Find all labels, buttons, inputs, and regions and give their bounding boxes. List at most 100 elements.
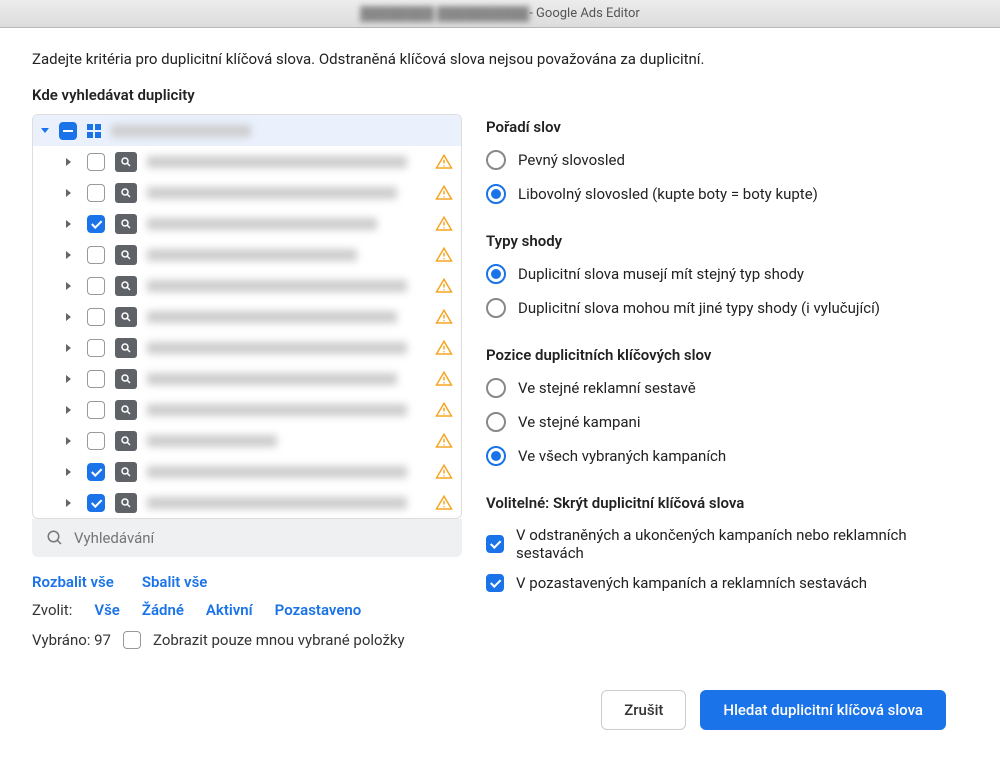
radio-pos-all[interactable]: Ve všech vybraných kampaních xyxy=(486,446,968,466)
caret-right-icon[interactable] xyxy=(66,406,71,414)
search-campaign-icon xyxy=(115,400,137,420)
tree-campaign-row[interactable] xyxy=(33,363,461,394)
caret-right-icon[interactable] xyxy=(66,499,71,507)
campaign-name-blur xyxy=(147,280,407,292)
radio-label: Pevný slovosled xyxy=(518,151,625,169)
tree-campaign-row[interactable] xyxy=(33,270,461,301)
warning-icon xyxy=(435,184,453,202)
select-label: Zvolit: xyxy=(32,601,72,619)
show-only-mine-checkbox[interactable] xyxy=(123,631,141,649)
campaign-checkbox[interactable] xyxy=(87,432,105,450)
search-campaign-icon xyxy=(115,493,137,513)
selected-count: Vybráno: 97 xyxy=(32,631,111,649)
radio-label: Libovolný slovosled (kupte boty = boty k… xyxy=(518,185,818,203)
search-input[interactable] xyxy=(74,529,448,547)
checkbox-label: V pozastavených kampaních a reklamních s… xyxy=(516,574,867,592)
campaign-checkbox[interactable] xyxy=(87,215,105,233)
search-campaign-icon xyxy=(115,276,137,296)
expand-all-link[interactable]: Rozbalit vše xyxy=(32,573,114,591)
campaign-checkbox[interactable] xyxy=(87,308,105,326)
caret-right-icon[interactable] xyxy=(66,158,71,166)
search-box[interactable] xyxy=(32,519,462,557)
caret-right-icon[interactable] xyxy=(66,220,71,228)
select-none[interactable]: Žádné xyxy=(142,601,184,619)
caret-right-icon[interactable] xyxy=(66,468,71,476)
word-order-title: Pořadí slov xyxy=(486,118,968,136)
tree-campaign-row[interactable] xyxy=(33,239,461,270)
caret-right-icon[interactable] xyxy=(66,189,71,197)
select-all[interactable]: Vše xyxy=(94,601,120,619)
search-icon xyxy=(46,529,64,547)
checkbox-indeterminate[interactable] xyxy=(59,122,77,140)
tree-campaign-row[interactable] xyxy=(33,456,461,487)
campaign-checkbox[interactable] xyxy=(87,370,105,388)
tree-campaign-row[interactable] xyxy=(33,332,461,363)
tree-campaign-row[interactable] xyxy=(33,177,461,208)
campaign-checkbox[interactable] xyxy=(87,494,105,512)
campaign-tree xyxy=(32,114,462,519)
radio-fixed-order[interactable]: Pevný slovosled xyxy=(486,150,968,170)
warning-icon xyxy=(435,308,453,326)
tree-campaign-row[interactable] xyxy=(33,301,461,332)
select-paused[interactable]: Pozastaveno xyxy=(275,601,362,619)
campaign-checkbox[interactable] xyxy=(87,277,105,295)
campaign-checkbox[interactable] xyxy=(87,339,105,357)
tree-campaign-row[interactable] xyxy=(33,425,461,456)
caret-right-icon[interactable] xyxy=(66,375,71,383)
radio-icon xyxy=(486,298,506,318)
radio-icon xyxy=(486,378,506,398)
select-active[interactable]: Aktivní xyxy=(206,601,253,619)
match-type-title: Typy shody xyxy=(486,232,968,250)
search-campaign-icon xyxy=(115,245,137,265)
checkbox-checked[interactable] xyxy=(486,535,504,553)
campaign-name-blur xyxy=(147,311,397,323)
campaign-name-blur xyxy=(147,342,407,354)
caret-right-icon[interactable] xyxy=(66,251,71,259)
caret-right-icon[interactable] xyxy=(66,437,71,445)
warning-icon xyxy=(435,277,453,295)
cancel-button[interactable]: Zrušit xyxy=(601,690,686,730)
collapse-all-link[interactable]: Sbalit vše xyxy=(142,573,208,591)
radio-pos-campaign[interactable]: Ve stejné kampani xyxy=(486,412,968,432)
caret-right-icon[interactable] xyxy=(66,282,71,290)
radio-icon-selected xyxy=(486,264,506,284)
opt-removed-checkbox-row[interactable]: V odstraněných a ukončených kampaních ne… xyxy=(486,526,968,562)
warning-icon xyxy=(435,215,453,233)
opt-paused-checkbox-row[interactable]: V pozastavených kampaních a reklamních s… xyxy=(486,574,968,592)
match-type-group: Typy shody Duplicitní slova musejí mít s… xyxy=(486,232,968,318)
radio-label: Ve všech vybraných kampaních xyxy=(518,447,726,465)
warning-icon xyxy=(435,246,453,264)
show-only-mine-label: Zobrazit pouze mnou vybrané položky xyxy=(153,631,405,649)
campaign-name-blur xyxy=(147,249,357,261)
warning-icon xyxy=(435,432,453,450)
warning-icon xyxy=(435,339,453,357)
caret-right-icon[interactable] xyxy=(66,313,71,321)
campaign-checkbox[interactable] xyxy=(87,246,105,264)
tree-campaign-row[interactable] xyxy=(33,146,461,177)
tree-campaign-row[interactable] xyxy=(33,487,461,518)
campaign-checkbox[interactable] xyxy=(87,153,105,171)
radio-diff-match[interactable]: Duplicitní slova mohou mít jiné typy sho… xyxy=(486,298,968,318)
campaign-name-blur xyxy=(147,466,407,478)
campaign-checkbox[interactable] xyxy=(87,463,105,481)
radio-label: Duplicitní slova mohou mít jiné typy sho… xyxy=(518,299,880,317)
campaign-checkbox[interactable] xyxy=(87,184,105,202)
warning-icon xyxy=(435,401,453,419)
checkbox-checked[interactable] xyxy=(486,574,504,592)
caret-down-icon[interactable] xyxy=(41,128,49,133)
tree-campaign-row[interactable] xyxy=(33,208,461,239)
find-duplicates-button[interactable]: Hledat duplicitní klíčová slova xyxy=(700,690,946,730)
search-campaign-icon xyxy=(115,307,137,327)
caret-right-icon[interactable] xyxy=(66,344,71,352)
search-campaign-icon xyxy=(115,462,137,482)
optional-title: Volitelné: Skrýt duplicitní klíčová slov… xyxy=(486,494,968,512)
campaign-name-blur xyxy=(147,218,377,230)
instruction-text: Zadejte kritéria pro duplicitní klíčová … xyxy=(32,50,968,68)
campaign-checkbox[interactable] xyxy=(87,401,105,419)
search-campaign-icon xyxy=(115,183,137,203)
tree-campaign-row[interactable] xyxy=(33,394,461,425)
radio-any-order[interactable]: Libovolný slovosled (kupte boty = boty k… xyxy=(486,184,968,204)
radio-same-match[interactable]: Duplicitní slova musejí mít stejný typ s… xyxy=(486,264,968,284)
tree-root-row[interactable] xyxy=(33,115,461,146)
radio-pos-adgroup[interactable]: Ve stejné reklamní sestavě xyxy=(486,378,968,398)
